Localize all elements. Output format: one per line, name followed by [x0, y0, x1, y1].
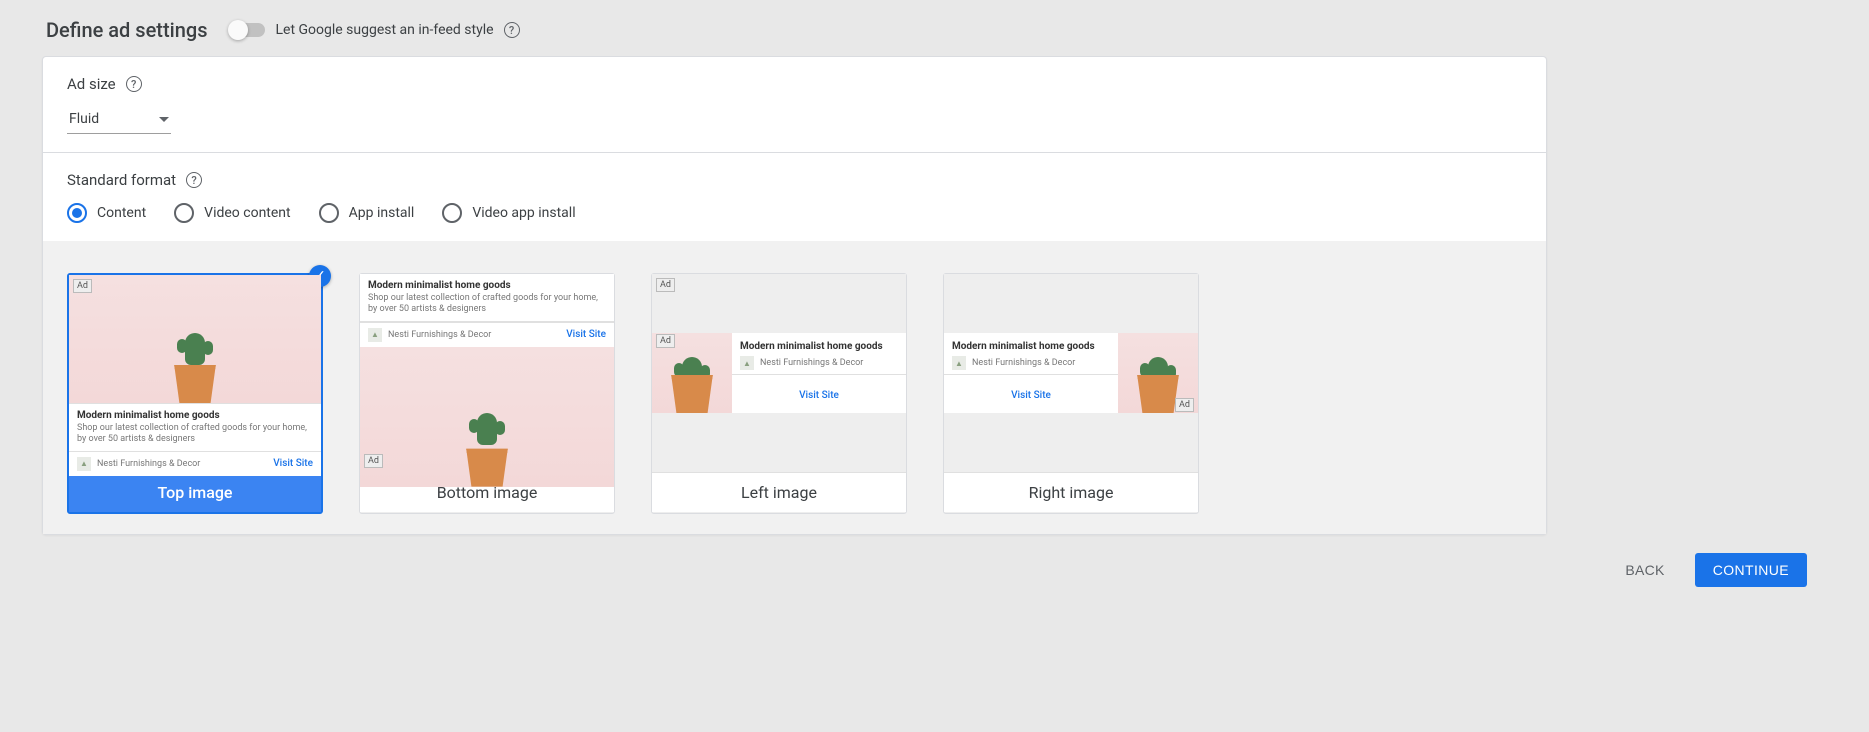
templates-strip: ✓AdModern minimalist home goodsShop our … [43, 241, 1546, 534]
format-section: Standard format ? Content Video content Ap… [43, 153, 1546, 241]
radio-label: App install [349, 205, 415, 221]
brand-logo-icon: ▲ [368, 328, 382, 342]
ad-sample-cta: Visit Site [566, 329, 606, 340]
radio-label: Content [97, 205, 146, 221]
back-button[interactable]: BACK [1615, 554, 1674, 586]
template-preview: Ad Modern minimalist home goods Shop our l… [69, 275, 321, 473]
format-label: Standard format [67, 171, 176, 189]
suggest-style-toggle[interactable] [231, 23, 265, 37]
help-icon[interactable]: ? [186, 172, 202, 188]
action-row: BACK CONTINUE [1615, 553, 1807, 587]
ad-sample-title: Modern minimalist home goods [952, 341, 1110, 352]
template-label: Left image [652, 472, 906, 512]
format-radio-content[interactable]: Content [67, 203, 146, 223]
ad-sample-title: Modern minimalist home goods [368, 280, 606, 291]
ad-sample-title: Modern minimalist home goods [740, 341, 898, 352]
format-radio-video-app-install[interactable]: Video app install [442, 203, 575, 223]
template-preview: Ad Ad Modern minimalist home goods ▲ Nesti F… [652, 274, 906, 472]
radio-label: Video content [204, 205, 290, 221]
ad-sample-title: Modern minimalist home goods [77, 410, 313, 421]
ad-sample-cta: Visit Site [273, 458, 313, 469]
brand-logo-icon: ▲ [952, 356, 966, 370]
brand-logo-icon: ▲ [77, 457, 91, 471]
radio-icon [67, 203, 87, 223]
template-card-right-image[interactable]: ✓Modern minimalist home goods▲Nesti Furn… [943, 273, 1199, 514]
chevron-down-icon [159, 117, 169, 122]
settings-card: Ad size ? Fluid Standard format ? Conten… [42, 56, 1547, 535]
template-label: Top image [69, 473, 321, 512]
page-title: Define ad settings [46, 18, 207, 42]
ad-size-select[interactable]: Fluid [67, 107, 171, 134]
ad-sample-brand: Nesti Furnishings & Decor [97, 459, 200, 469]
ad-sample-subtitle: Shop our latest collection of crafted go… [368, 293, 606, 315]
ad-size-label: Ad size [67, 75, 116, 93]
help-icon[interactable]: ? [504, 22, 520, 38]
format-radio-app-install[interactable]: App install [319, 203, 415, 223]
radio-label: Video app install [472, 205, 575, 221]
template-preview: Modern minimalist home goods Shop our lat… [360, 274, 614, 472]
ad-sample-cta: Visit Site [799, 390, 839, 401]
ad-size-section: Ad size ? Fluid [43, 57, 1546, 153]
ad-sample-subtitle: Shop our latest collection of crafted go… [77, 423, 313, 445]
ad-sample-cta: Visit Site [1011, 390, 1051, 401]
ad-sample-brand: Nesti Furnishings & Decor [760, 358, 863, 368]
ad-badge: Ad [364, 454, 383, 468]
ad-badge: Ad [656, 278, 675, 292]
brand-logo-icon: ▲ [740, 356, 754, 370]
ad-badge: Ad [1175, 398, 1194, 412]
template-label: Right image [944, 472, 1198, 512]
radio-icon [174, 203, 194, 223]
help-icon[interactable]: ? [126, 76, 142, 92]
format-radio-video-content[interactable]: Video content [174, 203, 290, 223]
template-preview: Modern minimalist home goods ▲ Nesti Furni… [944, 274, 1198, 472]
continue-button[interactable]: CONTINUE [1695, 553, 1807, 587]
suggest-style-toggle-label: Let Google suggest an in-feed style [275, 22, 493, 38]
ad-badge: Ad [656, 334, 675, 348]
template-card-bottom-image[interactable]: ✓Modern minimalist home goodsShop our la… [359, 273, 615, 514]
ad-badge: Ad [73, 279, 92, 293]
page-header: Define ad settings Let Google suggest an… [42, 0, 1547, 56]
template-card-left-image[interactable]: ✓AdAdModern minimalist home goods▲Nesti … [651, 273, 907, 514]
radio-icon [442, 203, 462, 223]
ad-sample-brand: Nesti Furnishings & Decor [388, 330, 491, 340]
template-card-top-image[interactable]: ✓AdModern minimalist home goodsShop our … [67, 273, 323, 514]
radio-icon [319, 203, 339, 223]
ad-sample-brand: Nesti Furnishings & Decor [972, 358, 1075, 368]
ad-size-value: Fluid [69, 111, 99, 127]
